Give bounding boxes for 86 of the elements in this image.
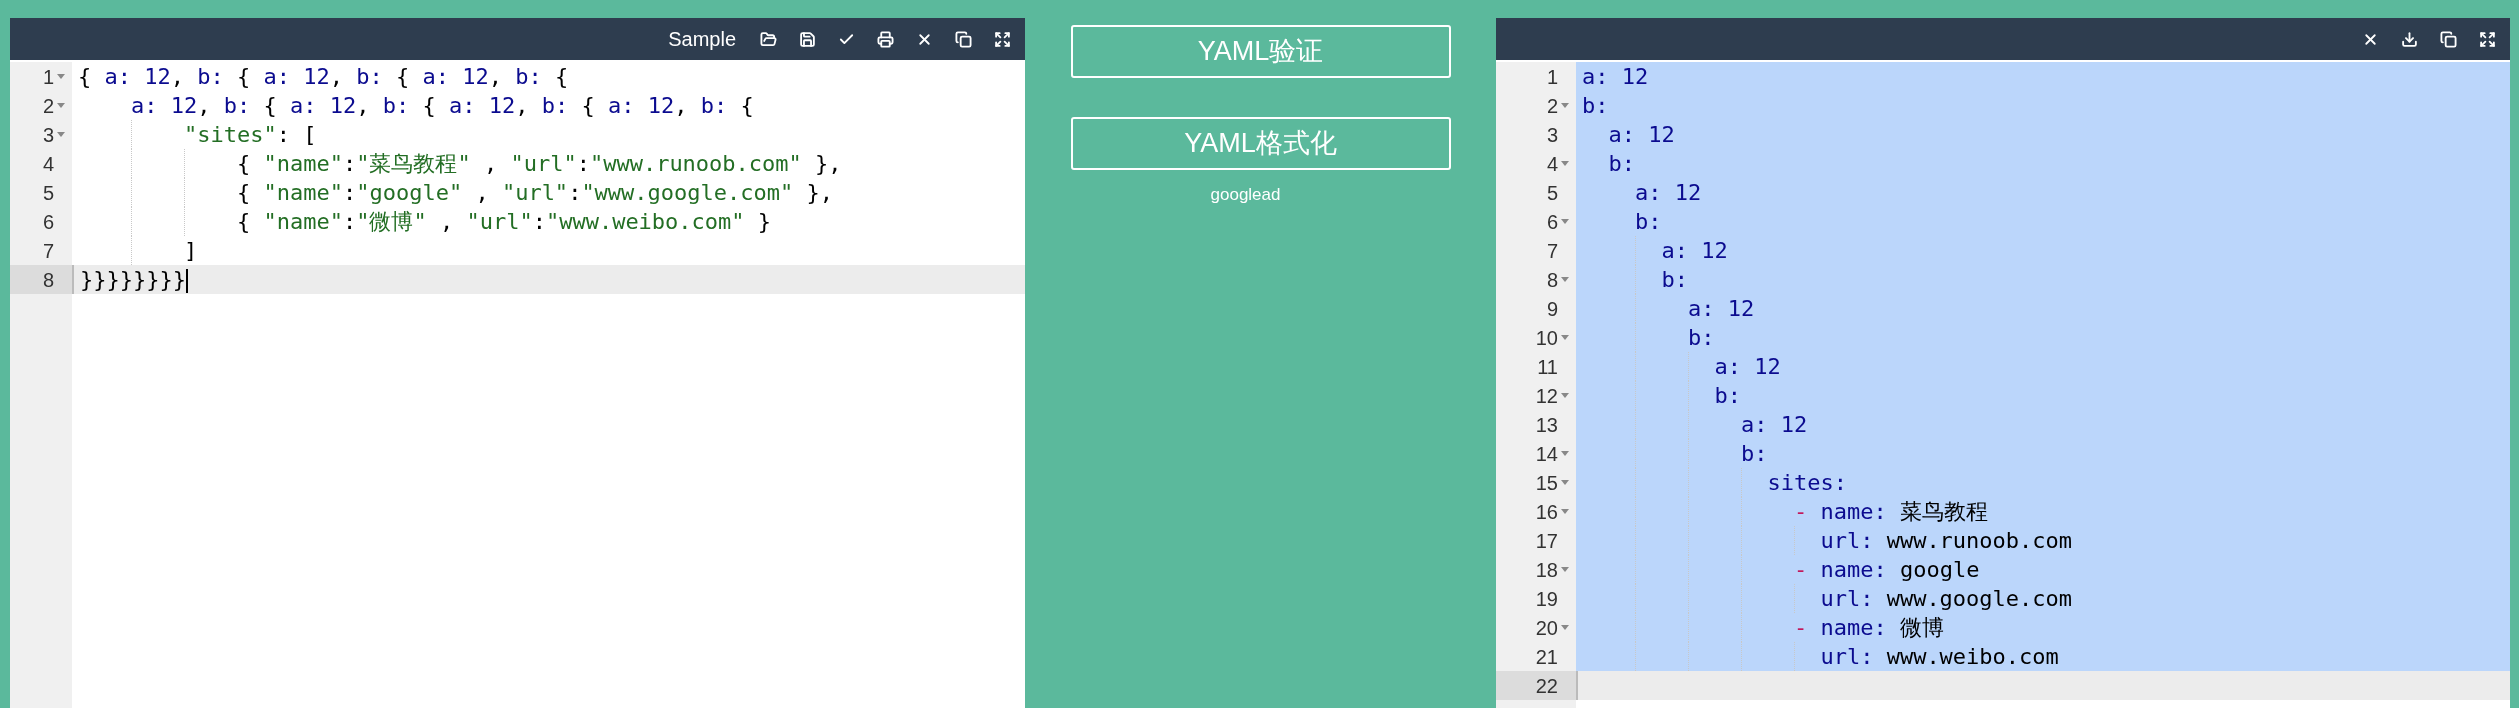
line-number: 13 [1535,412,1558,438]
code-line: url: www.weibo.com [1819,643,2059,671]
fold-caret-icon[interactable] [1561,625,1569,630]
code-line: sites: [1766,469,1847,497]
fold-caret-icon[interactable] [1561,451,1569,456]
ad-label: googlead [1210,184,1281,206]
code-line: a: 12 [1633,179,1702,207]
line-number: 3 [42,122,54,148]
fold-caret-icon[interactable] [1561,480,1569,485]
line-number: 17 [1535,528,1558,554]
code-line: a: 12 [1739,411,1808,439]
code-line: - name: 菜鸟教程 [1792,498,1988,526]
code-line: b: [1582,92,1609,120]
line-number: 7 [1546,238,1558,264]
line-number: 21 [1535,644,1558,670]
expand-icon[interactable] [2479,30,2496,48]
code-line: b: [1686,324,1715,352]
line-number: 18 [1535,557,1558,583]
code-line: b: [1713,382,1741,410]
line-number: 8 [42,267,54,293]
line-number: 22 [1535,673,1558,699]
line-number: 19 [1535,586,1558,612]
line-number: 7 [42,238,54,264]
fold-caret-icon[interactable] [1561,161,1569,166]
action-button[interactable]: YAML格式化 [1070,117,1451,170]
line-number: 5 [1546,180,1558,206]
editor-title: Sample [668,27,736,52]
line-number: 14 [1535,441,1558,467]
line-number: 11 [1537,354,1558,380]
text-cursor [185,269,188,293]
fold-caret-icon[interactable] [1561,277,1569,282]
code-line: a: 12 [1607,121,1675,149]
line-number: 15 [1535,470,1558,496]
line-number: 1 [1546,64,1558,90]
line-number: 6 [42,209,54,235]
code-line: }}}}}}}} [80,266,188,294]
download-icon[interactable] [2401,30,2418,48]
fold-caret-icon[interactable] [57,103,65,108]
line-number: 2 [42,93,54,119]
fold-caret-icon[interactable] [1561,103,1569,108]
line-number: 4 [42,151,54,177]
copy-icon[interactable] [955,30,972,48]
code-line: { "name":"google" , "url":"www.google.com" }, [235,179,834,207]
code-line: - name: 微博 [1792,614,1944,642]
code-line: { a: 12, b: { a: 12, b: { a: 12, b: { [78,63,569,91]
code-line: b: [1739,440,1768,468]
floppy-disk-icon[interactable] [799,30,816,48]
line-number: 1 [42,64,54,90]
code-line: a: 12 [1686,295,1755,323]
fold-caret-icon[interactable] [1561,335,1569,340]
code-line: url: www.runoob.com [1819,527,2073,555]
code-line: b: [1660,266,1688,294]
fold-caret-icon[interactable] [57,74,65,79]
code-line: "sites": [ [182,121,317,149]
line-number: 16 [1535,499,1558,525]
code-line: { "name":"微博" , "url":"www.weibo.com" } [235,208,772,236]
code-line: - name: google [1792,556,1980,584]
fold-caret-icon[interactable] [57,132,65,137]
line-number: 12 [1535,383,1558,409]
line-number: 3 [1546,122,1558,148]
code-line: a: 12 [1713,353,1781,381]
copy-icon[interactable] [2440,30,2457,48]
line-number: 6 [1546,209,1558,235]
line-number: 4 [1546,151,1558,177]
code-line: a: 12 [1660,237,1728,265]
line-number: 20 [1535,615,1558,641]
line-number: 8 [1546,267,1558,293]
expand-icon[interactable] [994,30,1011,48]
action-button[interactable]: YAML验证 [1070,25,1451,78]
code-line: url: www.google.com [1819,585,2073,613]
line-number: 2 [1546,93,1558,119]
code-line: ] [182,237,198,265]
code-line: { "name":"菜鸟教程" , "url":"www.runoob.com" }, [235,150,842,178]
code-line: b: [1607,150,1635,178]
code-line: b: [1633,208,1662,236]
line-number: 9 [1546,296,1558,322]
fold-caret-icon[interactable] [1561,509,1569,514]
printer-icon[interactable] [877,30,894,48]
line-number: 5 [42,180,54,206]
code-line: a: 12 [1582,63,1649,91]
fold-caret-icon[interactable] [1561,567,1569,572]
folder-icon[interactable] [760,30,777,48]
code-line: a: 12, b: { a: 12, b: { a: 12, b: { a: 12, b: { [129,92,754,120]
fold-caret-icon[interactable] [1561,219,1569,224]
line-number: 10 [1535,325,1558,351]
fold-caret-icon[interactable] [1561,393,1569,398]
